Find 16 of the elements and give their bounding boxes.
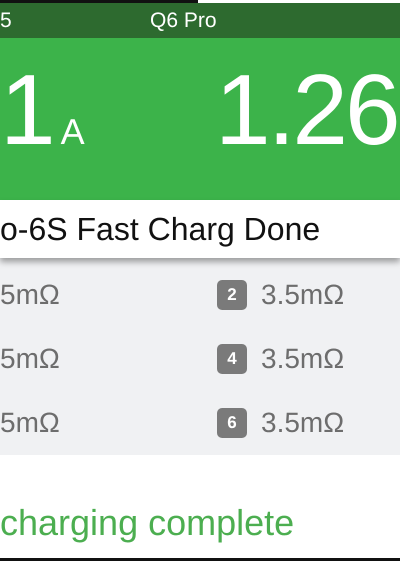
header-text: 5 [0,8,13,32]
reading-value: 1.26 [215,60,398,160]
reading-unit: A [60,114,85,150]
resistance-value: 5mΩ [0,406,60,440]
cell-number: 6 [217,408,247,438]
resistance-value: 5mΩ [0,342,60,376]
reading-value: 1 [0,60,53,160]
resistance-value: 3.5mΩ [261,406,344,440]
resistance-value: 3.5mΩ [261,342,344,376]
cell-number: 2 [217,280,247,310]
cell-number: 4 [217,344,247,374]
device-title: Q6 Pro [150,8,217,32]
resistance-value: 3.5mΩ [261,278,344,312]
resistance-value: 5mΩ [0,278,60,312]
status-text: o-6S Fast Charg Done [0,210,320,248]
completion-message: charging complete [0,502,294,544]
